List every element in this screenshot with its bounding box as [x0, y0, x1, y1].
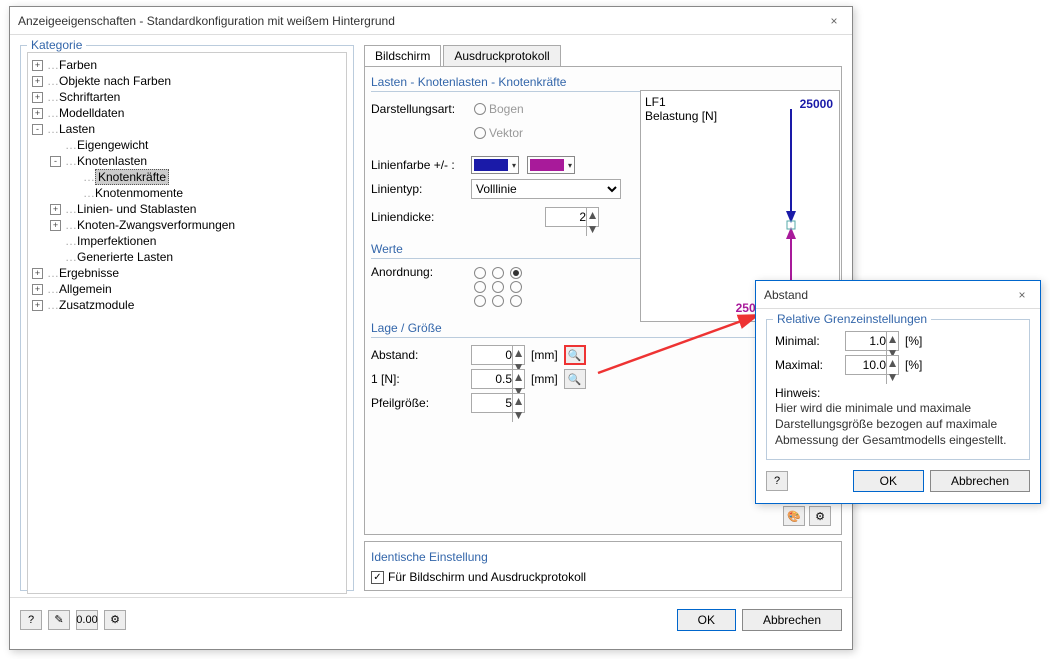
tree-item[interactable]: +… Modelldaten: [32, 105, 342, 121]
minimal-label: Minimal:: [775, 334, 845, 348]
liniendicke-stepper[interactable]: 2▲▼: [545, 207, 599, 227]
subdialog-help-icon[interactable]: ?: [766, 471, 788, 491]
color-config-icon[interactable]: 🎨: [783, 506, 805, 526]
tree-item[interactable]: +… Ergebnisse: [32, 265, 342, 281]
library-icon[interactable]: ⚙: [104, 610, 126, 630]
tree-item[interactable]: +… Schriftarten: [32, 89, 342, 105]
linientyp-select[interactable]: Volllinie: [471, 179, 621, 199]
vektor-label: Vektor: [489, 126, 523, 140]
tree-item[interactable]: … Knotenkräfte: [32, 169, 342, 185]
edit-icon[interactable]: ✎: [48, 610, 70, 630]
darstellungsart-label: Darstellungsart:: [371, 102, 471, 116]
liniendicke-label: Liniendicke:: [371, 210, 471, 224]
minimal-unit: [%]: [905, 334, 922, 348]
radio-bogen[interactable]: [474, 103, 486, 115]
tree-item[interactable]: +… Objekte nach Farben: [32, 73, 342, 89]
tree-item[interactable]: … Knotenmomente: [32, 185, 342, 201]
abstand-label: Abstand:: [371, 348, 471, 362]
subdialog-ok-button[interactable]: OK: [853, 470, 924, 492]
tree-item[interactable]: +… Linien- und Stablasten: [32, 201, 342, 217]
identical-header: Identische Einstellung: [371, 548, 835, 566]
tree-item[interactable]: … Generierte Lasten: [32, 249, 342, 265]
bogen-label: Bogen: [489, 102, 524, 116]
color-minus-dropdown[interactable]: ▾: [527, 156, 575, 174]
pfeilgroesse-stepper[interactable]: 5▲▼: [471, 393, 525, 413]
tree-item[interactable]: +… Zusatzmodule: [32, 297, 342, 313]
tree-item[interactable]: +… Knoten-Zwangsverformungen: [32, 217, 342, 233]
minimal-stepper[interactable]: 1.0▲▼: [845, 331, 899, 351]
relative-limits-label: Relative Grenzeinstellungen: [773, 312, 931, 326]
subdialog-close-icon[interactable]: ×: [1012, 288, 1032, 302]
identical-checkbox[interactable]: ✓: [371, 571, 384, 584]
tab-screen[interactable]: Bildschirm: [364, 45, 441, 66]
cancel-button[interactable]: Abbrechen: [742, 609, 842, 631]
tree-item[interactable]: +… Farben: [32, 57, 342, 73]
help-icon[interactable]: ?: [20, 610, 42, 630]
tree-item[interactable]: -… Knotenlasten: [32, 153, 342, 169]
close-icon[interactable]: ×: [824, 14, 844, 28]
settings-icon[interactable]: ⚙: [809, 506, 831, 526]
abstand-detail-button[interactable]: 🔍: [564, 345, 586, 365]
maximal-unit: [%]: [905, 358, 922, 372]
color-plus-dropdown[interactable]: ▾: [471, 156, 519, 174]
subdialog-cancel-button[interactable]: Abbrechen: [930, 470, 1030, 492]
identical-checkbox-label: Für Bildschirm und Ausdruckprotokoll: [388, 570, 586, 584]
abstand-dialog: Abstand × Relative Grenzeinstellungen Mi…: [755, 280, 1041, 504]
n1-detail-button[interactable]: 🔍: [564, 369, 586, 389]
identical-checkbox-row[interactable]: ✓ Für Bildschirm und Ausdruckprotokoll: [371, 570, 835, 584]
maximal-label: Maximal:: [775, 358, 845, 372]
linientyp-label: Linientyp:: [371, 182, 471, 196]
abstand-stepper[interactable]: 0▲▼: [471, 345, 525, 365]
tab-print[interactable]: Ausdruckprotokoll: [443, 45, 560, 66]
n1-unit: [mm]: [531, 372, 558, 386]
linienfarbe-label: Linienfarbe +/- :: [371, 158, 471, 172]
window-title: Anzeigeeigenschaften - Standardkonfigura…: [18, 14, 824, 28]
ok-button[interactable]: OK: [677, 609, 736, 631]
titlebar: Anzeigeeigenschaften - Standardkonfigura…: [10, 7, 852, 35]
category-tree[interactable]: +… Farben+… Objekte nach Farben+… Schrif…: [27, 52, 347, 594]
tree-item[interactable]: +… Allgemein: [32, 281, 342, 297]
n1-label: 1 [N]:: [371, 372, 471, 386]
hinweis-label: Hinweis:: [775, 386, 1021, 400]
subdialog-title: Abstand: [764, 288, 1012, 302]
n1-stepper[interactable]: 0.5▲▼: [471, 369, 525, 389]
hinweis-text: Hier wird die minimale und maximale Dars…: [775, 400, 1021, 449]
radio-vektor[interactable]: [474, 127, 486, 139]
decimals-icon[interactable]: 0.00: [76, 610, 98, 630]
anordnung-grid[interactable]: [471, 265, 525, 307]
category-label: Kategorie: [27, 38, 86, 52]
maximal-stepper[interactable]: 10.0▲▼: [845, 355, 899, 375]
tree-item[interactable]: … Eigengewicht: [32, 137, 342, 153]
abstand-unit: [mm]: [531, 348, 558, 362]
tree-item[interactable]: … Imperfektionen: [32, 233, 342, 249]
pfeilgroesse-label: Pfeilgröße:: [371, 396, 471, 410]
anordnung-label: Anordnung:: [371, 265, 471, 279]
tree-item[interactable]: -… Lasten: [32, 121, 342, 137]
